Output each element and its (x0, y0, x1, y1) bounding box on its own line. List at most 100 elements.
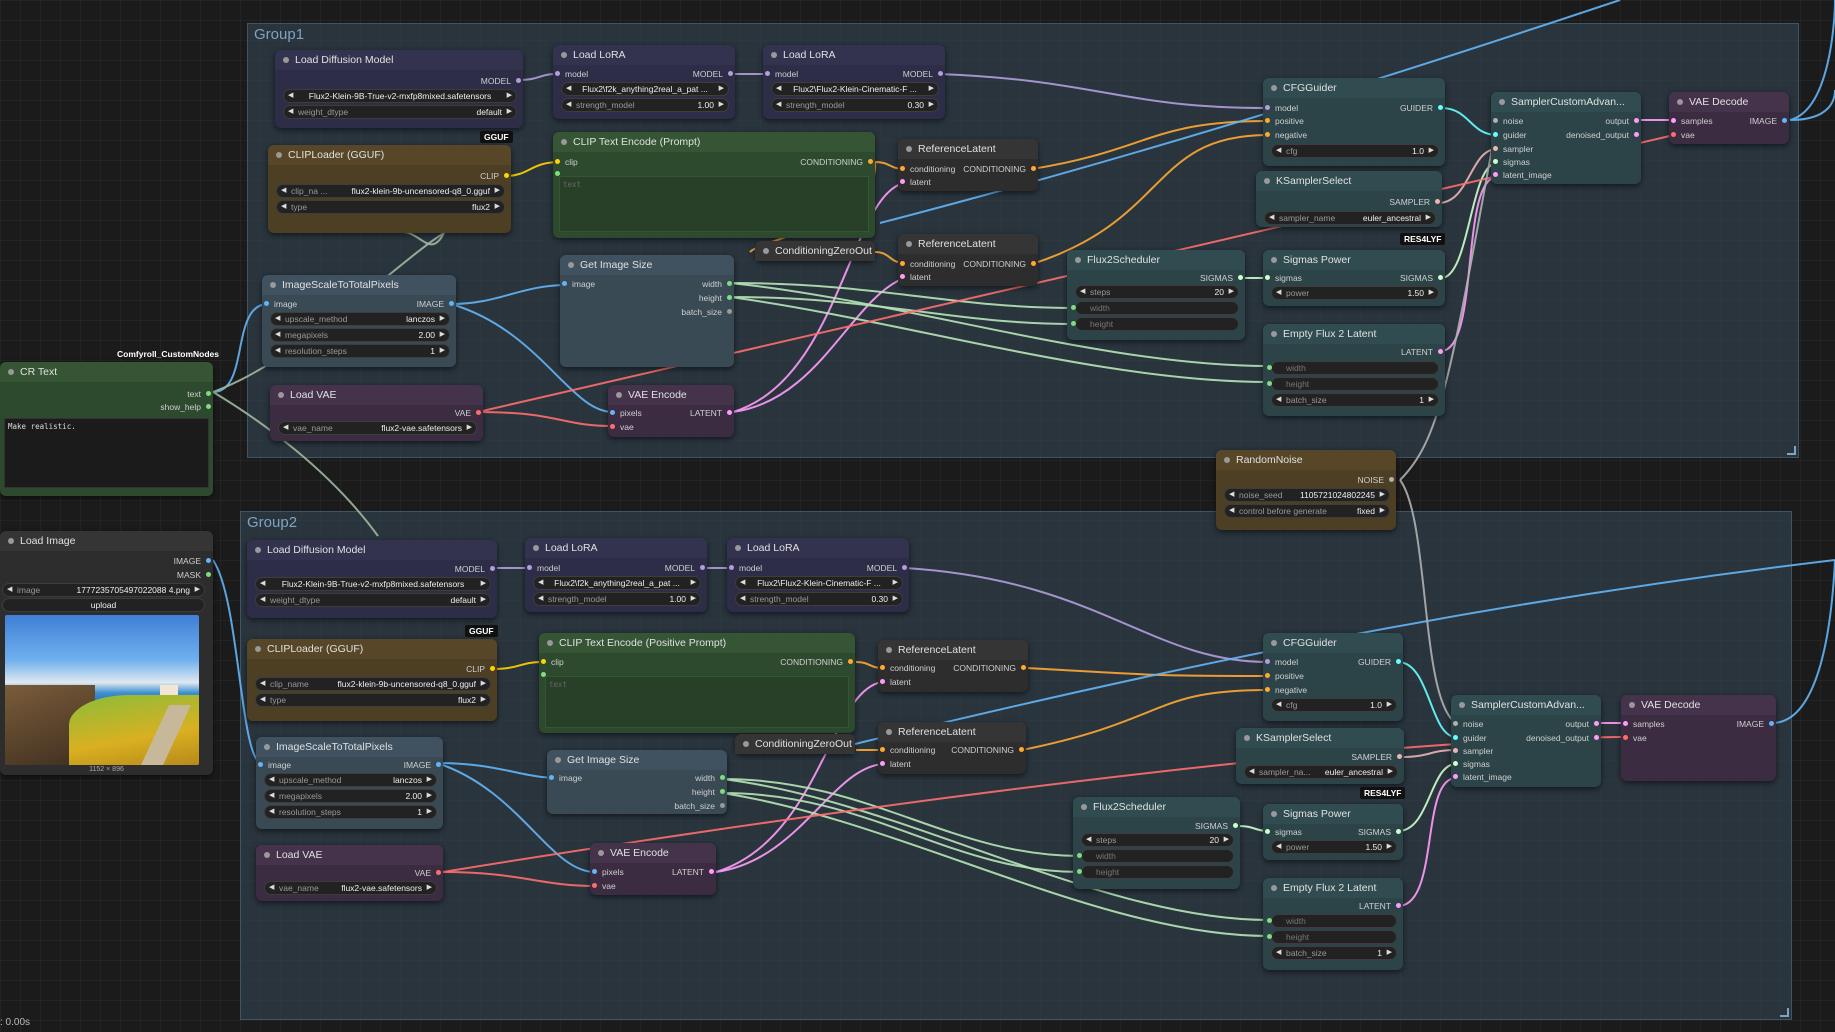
height-input[interactable]: height (1075, 317, 1239, 331)
input-sigmas[interactable]: sigmas (1263, 273, 1302, 283)
node-title[interactable]: ImageScaleToTotalPixels (256, 737, 443, 757)
node-title[interactable]: Load LoRA (727, 538, 909, 558)
input-image[interactable]: image (560, 279, 595, 289)
group-1-resize-handle[interactable] (1787, 446, 1796, 455)
input-model[interactable]: model (553, 69, 588, 79)
node-title[interactable]: Load VAE (270, 385, 483, 405)
sampler-custom-advanced-node[interactable]: SamplerCustomAdvan... noise output guide… (1491, 92, 1641, 184)
input-positive[interactable]: positive (1263, 116, 1304, 126)
empty-flux2-latent-node[interactable]: Empty Flux 2 Latent LATENT width height … (1263, 324, 1445, 416)
node-title[interactable]: Load VAE (256, 845, 443, 865)
input-sigmas[interactable]: sigmas (1491, 157, 1530, 167)
output-height[interactable]: height (699, 293, 734, 303)
image-scale-to-total-pixels-node[interactable]: ImageScaleToTotalPixels image IMAGE ◀ ups… (262, 275, 456, 367)
output-image[interactable]: IMAGE (1750, 116, 1789, 126)
batch-size-input[interactable]: ◀ batch_size 1 ▶ (1271, 393, 1439, 407)
load-vae-node[interactable]: Load VAE VAE ◀ vae_name flux2-vae.safetens… (256, 845, 443, 901)
cfg-input[interactable]: ◀ cfg 1.0 ▶ (1271, 144, 1439, 158)
input-width-dot[interactable] (1077, 853, 1082, 858)
input-image[interactable]: image (262, 299, 297, 309)
output-model[interactable]: MODEL (903, 69, 945, 79)
node-title[interactable]: SamplerCustomAdvan... (1451, 695, 1601, 715)
ksampler-select-node[interactable]: KSamplerSelect SAMPLER ◀ sampler_na... eul… (1236, 728, 1404, 784)
reference-latent-node[interactable]: ReferenceLatent conditioning CONDITIONIN… (878, 640, 1028, 692)
output-batch-size[interactable]: batch_size (674, 801, 727, 811)
steps-input[interactable]: ◀ steps 20 ▶ (1081, 833, 1234, 847)
node-title[interactable]: Load Diffusion Model (247, 540, 497, 560)
flux2-scheduler-node[interactable]: Flux2Scheduler SIGMAS ◀ steps 20 ▶ width he… (1073, 797, 1240, 889)
reference-latent-node[interactable]: ReferenceLatent conditioning CONDITIONIN… (898, 234, 1038, 286)
input-latent[interactable]: latent (898, 177, 931, 187)
node-title[interactable]: CLIPLoader (GGUF) (268, 145, 511, 165)
sigmas-power-node[interactable]: Sigmas Power sigmas SIGMAS ◀ power 1.50 ▶ (1263, 804, 1403, 860)
output-image[interactable]: IMAGE (417, 299, 456, 309)
node-title[interactable]: KSamplerSelect (1236, 728, 1404, 748)
input-width-dot[interactable] (1071, 305, 1076, 310)
output-model[interactable]: MODEL (867, 563, 909, 573)
steps-input[interactable]: ◀ steps 20 ▶ (1075, 285, 1239, 299)
node-title[interactable]: ImageScaleToTotalPixels (262, 275, 456, 295)
node-title[interactable]: ConditioningZeroOut (735, 734, 855, 754)
output-width[interactable]: width (695, 773, 727, 783)
weight-dtype-select[interactable]: ◀ weight_dtype default ▶ (283, 105, 517, 119)
node-title[interactable]: Get Image Size (547, 750, 727, 770)
node-title[interactable]: ReferenceLatent (898, 139, 1038, 159)
width-input[interactable]: width (1081, 849, 1234, 863)
control-before-generate-select[interactable]: ◀ control before generate fixed ▶ (1224, 504, 1390, 518)
output-width[interactable]: width (702, 279, 734, 289)
cfg-guider-node[interactable]: CFGGuider model GUIDER positive negative… (1263, 78, 1445, 166)
lora-name-select[interactable]: ◀ Flux2\f2k_anything2real_a_pat ... ▶ (533, 576, 701, 590)
output-image[interactable]: IMAGE (1737, 719, 1776, 729)
input-image[interactable]: image (256, 760, 291, 770)
node-title[interactable]: VAE Decode (1621, 695, 1776, 715)
load-image-node[interactable]: Load Image IMAGE MASK ◀ image 177723570549… (0, 531, 213, 775)
node-title[interactable]: RandomNoise (1216, 450, 1396, 470)
group-2-title[interactable]: Group2 (247, 514, 297, 531)
upscale-method-select[interactable]: ◀ upscale_method lanczos ▶ (270, 312, 450, 326)
output-height[interactable]: height (692, 787, 727, 797)
lora-name-select[interactable]: ◀ Flux2\Flux2-Klein-Cinematic-F ... ▶ (771, 82, 939, 96)
input-sampler[interactable]: sampler (1451, 746, 1493, 756)
input-guider[interactable]: guider (1451, 733, 1487, 743)
input-vae[interactable]: vae (1621, 733, 1647, 743)
sampler-custom-advanced-node[interactable]: SamplerCustomAdvan... noise output guide… (1451, 695, 1601, 787)
input-conditioning[interactable]: conditioning (878, 745, 935, 755)
node-title[interactable]: CFGGuider (1263, 78, 1445, 98)
output-model[interactable]: MODEL (665, 563, 707, 573)
prompt-textarea[interactable]: text (545, 676, 849, 728)
clip-text-encode-node[interactable]: CLIP Text Encode (Prompt) clip CONDITION… (553, 132, 875, 238)
load-lora-node[interactable]: Load LoRA model MODEL ◀ Flux2\f2k_anythin… (553, 45, 735, 119)
vae-name-select[interactable]: ◀ vae_name flux2-vae.safetensors ▶ (264, 881, 437, 895)
output-sigmas[interactable]: SIGMAS (1200, 273, 1245, 283)
input-vae[interactable]: vae (608, 422, 634, 432)
upload-button[interactable]: upload (2, 598, 205, 612)
vae-encode-node[interactable]: VAE Encode pixels LATENT vae (608, 385, 734, 437)
output-sigmas[interactable]: SIGMAS (1358, 827, 1403, 837)
output-batch-size[interactable]: batch_size (681, 307, 734, 317)
input-conditioning[interactable]: conditioning (898, 259, 955, 269)
output-conditioning[interactable]: CONDITIONING (963, 164, 1038, 174)
node-title[interactable]: CLIP Text Encode (Prompt) (553, 132, 875, 152)
output-mask[interactable]: MASK (177, 570, 213, 580)
node-title[interactable]: VAE Decode (1669, 92, 1789, 112)
upscale-method-select[interactable]: ◀ upscale_method lanczos ▶ (264, 773, 437, 787)
node-title[interactable]: Load Image (0, 531, 213, 551)
input-sampler[interactable]: sampler (1491, 144, 1533, 154)
output-text[interactable]: text (187, 389, 213, 399)
output-vae[interactable]: VAE (455, 408, 483, 418)
input-vae[interactable]: vae (590, 881, 616, 891)
output-image[interactable]: IMAGE (404, 760, 443, 770)
megapixels-input[interactable]: ◀ megapixels 2.00 ▶ (264, 789, 437, 803)
output-model[interactable]: MODEL (481, 76, 523, 86)
input-image[interactable]: image (547, 773, 582, 783)
get-image-size-node[interactable]: Get Image Size image width height batch_… (560, 255, 734, 367)
output-sigmas[interactable]: SIGMAS (1195, 821, 1240, 831)
node-title[interactable]: CFGGuider (1263, 633, 1403, 653)
group-2-resize-handle[interactable] (1780, 1008, 1789, 1017)
input-latent[interactable]: latent (878, 759, 911, 769)
get-image-size-node[interactable]: Get Image Size image width height batch_… (547, 750, 727, 814)
output-conditioning[interactable]: CONDITIONING (951, 745, 1026, 755)
ksampler-select-node[interactable]: KSamplerSelect SAMPLER ◀ sampler_name eule… (1256, 171, 1442, 227)
clip-name-select[interactable]: ◀ clip_na ... flux2-klein-9b-uncensored-q8… (276, 184, 505, 198)
reference-latent-node[interactable]: ReferenceLatent conditioning CONDITIONIN… (898, 139, 1038, 191)
